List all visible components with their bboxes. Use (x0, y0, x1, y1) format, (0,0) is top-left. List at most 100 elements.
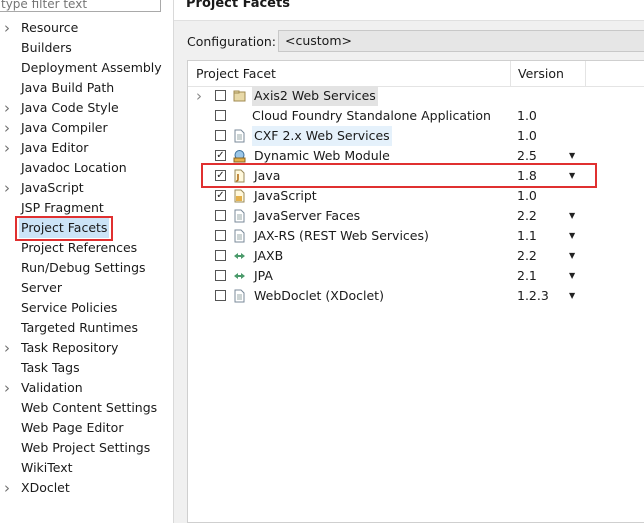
sidebar-item-label: Javadoc Location (21, 160, 127, 175)
facet-checkbox[interactable] (215, 90, 226, 101)
page-icon (233, 229, 246, 243)
facet-checkbox[interactable]: ✓ (215, 190, 226, 201)
javascript-icon (233, 189, 246, 203)
sidebar-item-label: JSP Fragment (21, 200, 104, 215)
chevron-right-icon[interactable]: › (196, 86, 202, 106)
facet-name: WebDoclet (XDoclet) (254, 288, 384, 303)
sidebar-item-label: Server (21, 280, 62, 295)
table-row[interactable]: Cloud Foundry Standalone Application 1.0 (188, 106, 644, 126)
facet-version[interactable]: 2.1 (517, 266, 537, 286)
arrows-icon (233, 269, 246, 283)
dropdown-arrow-icon[interactable]: ▼ (569, 246, 575, 266)
dropdown-arrow-icon[interactable]: ▼ (569, 266, 575, 286)
sidebar-item[interactable]: WikiText (0, 458, 173, 478)
sidebar-item[interactable]: Server (0, 278, 173, 298)
table-row[interactable]: WebDoclet (XDoclet) 1.2.3 ▼ (188, 286, 644, 306)
sidebar-item-label: Java Compiler (21, 120, 108, 135)
sidebar-item[interactable]: JSP Fragment (0, 198, 173, 218)
facets-table: Project Facet Version › Axis2 Web Service… (187, 60, 644, 523)
sidebar-item-label: Java Editor (21, 140, 89, 155)
facet-checkbox[interactable] (215, 110, 226, 121)
facet-checkbox[interactable] (215, 210, 226, 221)
sidebar-item-label: Web Project Settings (21, 440, 151, 455)
facet-version[interactable]: 1.1 (517, 226, 537, 246)
facet-checkbox[interactable] (215, 130, 226, 141)
sidebar-item[interactable]: › Validation (0, 378, 173, 398)
sidebar-item[interactable]: › Task Repository (0, 338, 173, 358)
sidebar-item[interactable]: Targeted Runtimes (0, 318, 173, 338)
sidebar-item-label: Project References (21, 240, 138, 255)
sidebar-item[interactable]: › XDoclet (0, 478, 173, 498)
web-module-icon (233, 149, 246, 163)
facet-version[interactable]: 1.2.3 (517, 286, 549, 306)
facet-version[interactable]: 2.2 (517, 246, 537, 266)
sidebar-item[interactable]: › JavaScript (0, 178, 173, 198)
chevron-right-icon[interactable]: › (4, 18, 14, 38)
nav-annotation-box (15, 216, 113, 241)
facet-name: JPA (254, 268, 273, 283)
facet-checkbox[interactable] (215, 230, 226, 241)
sidebar-item[interactable]: › Resource (0, 18, 173, 38)
sidebar-item[interactable]: Web Content Settings (0, 398, 173, 418)
page-icon (233, 289, 246, 303)
chevron-right-icon[interactable]: › (4, 98, 14, 118)
sidebar-item[interactable]: Web Page Editor (0, 418, 173, 438)
table-row[interactable]: JPA 2.1 ▼ (188, 266, 644, 286)
sidebar-item[interactable]: › Java Editor (0, 138, 173, 158)
sidebar-item-label: Run/Debug Settings (21, 260, 146, 275)
sidebar-item[interactable]: Javadoc Location (0, 158, 173, 178)
sidebar-item[interactable]: Run/Debug Settings (0, 258, 173, 278)
facet-checkbox[interactable] (215, 270, 226, 281)
facet-name: Axis2 Web Services (252, 86, 378, 106)
filter-input[interactable] (0, 0, 151, 11)
table-row[interactable]: JavaServer Faces 2.2 ▼ (188, 206, 644, 226)
sidebar-item-label: Deployment Assembly (21, 60, 162, 75)
configuration-combo[interactable]: <custom> (278, 30, 644, 52)
table-row[interactable]: JAX-RS (REST Web Services) 1.1 ▼ (188, 226, 644, 246)
sidebar-item-label: Task Repository (21, 340, 119, 355)
sidebar-item[interactable]: › Java Code Style (0, 98, 173, 118)
chevron-right-icon[interactable]: › (4, 178, 14, 198)
chevron-right-icon[interactable]: › (4, 338, 14, 358)
property-tree: › Resource Builders Deployment Assembly Java… (0, 18, 173, 498)
table-row[interactable]: ✓ JavaScript 1.0 (188, 186, 644, 206)
column-header-version[interactable]: Version (518, 66, 564, 81)
sidebar-item[interactable]: Service Policies (0, 298, 173, 318)
sidebar-item-label: Task Tags (21, 360, 80, 375)
sidebar-item-label: WikiText (21, 460, 73, 475)
sidebar-item-label: Java Code Style (21, 100, 119, 115)
dropdown-arrow-icon[interactable]: ▼ (569, 286, 575, 306)
main-panel: Project Facets Configuration: <custom> P… (174, 0, 644, 523)
sidebar-item[interactable]: › Java Compiler (0, 118, 173, 138)
filter-field[interactable] (0, 0, 161, 12)
facet-version[interactable]: 2.2 (517, 206, 537, 226)
column-divider (510, 61, 511, 86)
chevron-right-icon[interactable]: › (4, 138, 14, 158)
dropdown-arrow-icon[interactable]: ▼ (569, 226, 575, 246)
sidebar-item-label: Java Build Path (21, 80, 115, 95)
facet-name: JAXB (254, 248, 284, 263)
sidebar-item-label: JavaScript (21, 180, 84, 195)
sidebar-item[interactable]: Deployment Assembly (0, 58, 173, 78)
sidebar-item[interactable]: Project References (0, 238, 173, 258)
chevron-right-icon[interactable]: › (4, 118, 14, 138)
facet-checkbox[interactable] (215, 290, 226, 301)
preferences-sidebar: › Resource Builders Deployment Assembly Java… (0, 0, 174, 523)
java-annotation-box (201, 163, 597, 188)
table-row[interactable]: › Axis2 Web Services (188, 86, 644, 106)
chevron-right-icon[interactable]: › (4, 378, 14, 398)
sidebar-item[interactable]: Java Build Path (0, 78, 173, 98)
chevron-right-icon[interactable]: › (4, 478, 14, 498)
sidebar-item[interactable]: Builders (0, 38, 173, 58)
facet-name: JAX-RS (REST Web Services) (254, 228, 429, 243)
sidebar-item[interactable]: Web Project Settings (0, 438, 173, 458)
sidebar-item-label: XDoclet (21, 480, 70, 495)
sidebar-item[interactable]: Task Tags (0, 358, 173, 378)
table-row[interactable]: JAXB 2.2 ▼ (188, 246, 644, 266)
facet-checkbox[interactable] (215, 250, 226, 261)
sidebar-item-label: Resource (21, 20, 79, 35)
table-row[interactable]: CXF 2.x Web Services 1.0 (188, 126, 644, 146)
dropdown-arrow-icon[interactable]: ▼ (569, 206, 575, 226)
facet-checkbox[interactable]: ✓ (215, 150, 226, 161)
column-header-facet[interactable]: Project Facet (196, 66, 276, 81)
